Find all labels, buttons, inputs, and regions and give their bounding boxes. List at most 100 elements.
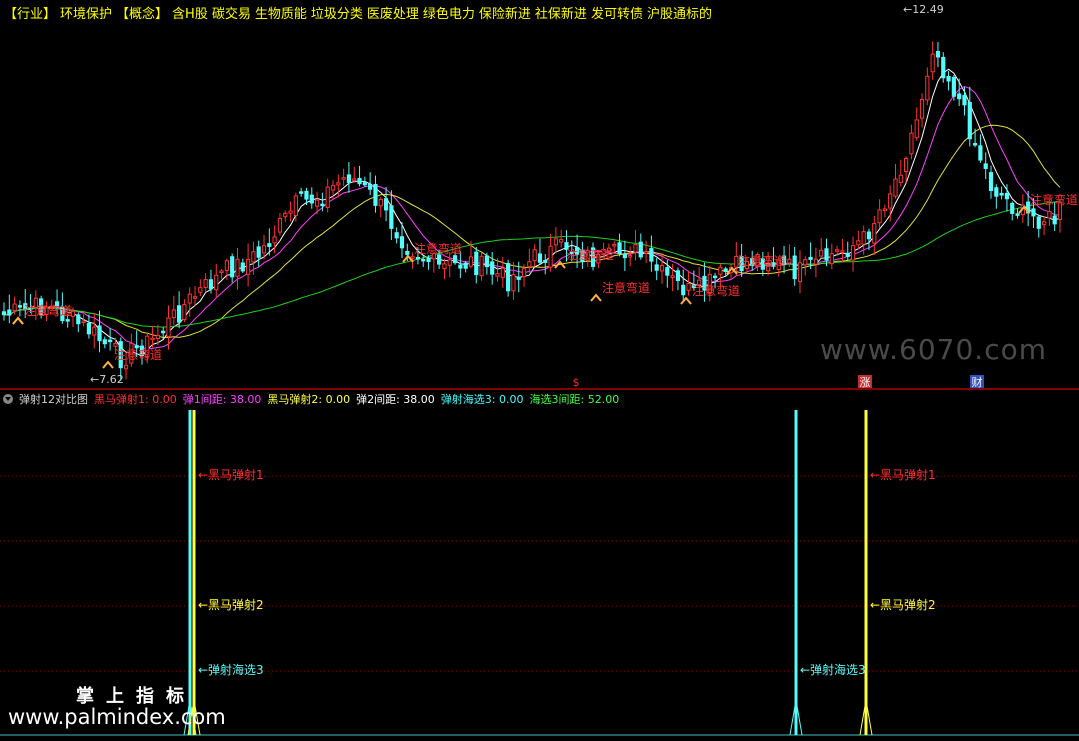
event-marker: $ bbox=[573, 376, 580, 389]
concept-tag[interactable]: 垃圾分类 bbox=[311, 7, 363, 22]
candle-body bbox=[787, 258, 792, 264]
candle-body bbox=[86, 322, 92, 335]
candle-body bbox=[336, 182, 341, 186]
candle-body bbox=[102, 339, 107, 345]
candle-body bbox=[840, 250, 845, 253]
candle-body bbox=[437, 254, 442, 265]
concept-tag[interactable]: 【行业】 bbox=[4, 7, 56, 22]
candle-body bbox=[511, 274, 516, 292]
spike-annotation: ←黑马弹射2 bbox=[198, 597, 264, 612]
candle-body bbox=[113, 342, 118, 347]
candle-body bbox=[792, 255, 797, 280]
signal-label: 注意弯道 bbox=[566, 247, 614, 262]
candle-body bbox=[835, 249, 840, 252]
concept-tag[interactable]: 保险新进 bbox=[479, 7, 531, 22]
candle-body bbox=[712, 275, 718, 279]
candle-body bbox=[383, 198, 389, 211]
candle-body bbox=[256, 246, 261, 258]
signal-labels: ←12.49←7.62注意弯道注意弯道注意弯道 注意弯道注意弯道 注意弯道注意弯道注… bbox=[12, 3, 1078, 389]
candle-body bbox=[506, 263, 511, 292]
candle-body bbox=[930, 53, 935, 73]
signal-label: 注意弯道 bbox=[114, 347, 162, 362]
candle-body bbox=[81, 320, 86, 324]
candle-body bbox=[612, 243, 617, 247]
candle-body bbox=[882, 208, 887, 211]
candle-body bbox=[357, 177, 362, 185]
concept-tag[interactable]: 含H股 bbox=[172, 7, 208, 22]
candle-body bbox=[1031, 208, 1036, 217]
candle-body bbox=[1015, 213, 1020, 216]
candle-body bbox=[378, 198, 383, 207]
candle-body bbox=[861, 231, 866, 245]
candle-body bbox=[548, 245, 553, 268]
candle-body bbox=[919, 98, 925, 119]
candle-body bbox=[214, 274, 219, 291]
candle-body bbox=[994, 187, 999, 197]
concept-tag[interactable]: 沪股通标的 bbox=[647, 7, 712, 22]
candle-body bbox=[521, 268, 527, 278]
concept-tag[interactable]: 环境保护 bbox=[60, 7, 112, 22]
candle-body bbox=[628, 255, 633, 258]
signal-label: 注意弯道 bbox=[692, 283, 740, 298]
concept-tag[interactable]: 发可转债 bbox=[591, 7, 643, 22]
candle-body bbox=[638, 241, 643, 258]
candle-body bbox=[192, 296, 198, 299]
concept-tag[interactable]: 【概念】 bbox=[116, 7, 168, 22]
candle-body bbox=[983, 163, 988, 169]
candle-body bbox=[314, 199, 320, 207]
concept-tag[interactable]: 绿色电力 bbox=[423, 7, 475, 22]
candle-body bbox=[914, 119, 919, 139]
signal-label: 注意弯道 bbox=[24, 303, 72, 318]
candle-body bbox=[346, 174, 352, 183]
candle-body bbox=[1010, 202, 1015, 214]
candle-body bbox=[1052, 215, 1057, 225]
candle-body bbox=[537, 253, 543, 263]
candle-body bbox=[543, 259, 548, 263]
candle-body bbox=[373, 183, 378, 206]
candle-body bbox=[320, 203, 325, 207]
candle-body bbox=[633, 244, 638, 253]
candle-body bbox=[267, 243, 272, 247]
candle-body bbox=[474, 251, 479, 276]
collapse-icon[interactable] bbox=[3, 393, 13, 404]
concept-tag-bar: 【行业】 环境保护 【概念】 含H股 碳交易 生物质能 垃圾分类 医废处理 绿色电力 保险新进 社保… bbox=[4, 3, 716, 22]
indicator-values: 黑马弹射1: 0.00 弹1间距: 38.00 黑马弹射2: 0.00 弹2间距: 3… bbox=[94, 391, 625, 407]
candle-body bbox=[219, 270, 224, 273]
candle-body bbox=[803, 259, 808, 266]
candle-body bbox=[155, 334, 160, 339]
candle-body bbox=[856, 240, 861, 246]
candle-body bbox=[872, 223, 877, 244]
candle-body bbox=[421, 258, 426, 262]
candle-body bbox=[288, 210, 293, 214]
indicator-value: 黑马弹射1: 0.00 bbox=[94, 392, 177, 406]
candle-body bbox=[675, 270, 681, 282]
indicator-value: 弹射海选3: 0.00 bbox=[440, 392, 524, 406]
indicator-panel-plot: ←黑马弹射1 ←黑马弹射2 ←弹射海选3 ←弹射海选3 ←黑马弹射1 ←黑马弹射2 bbox=[183, 410, 936, 736]
concept-tag[interactable]: 医废处理 bbox=[367, 7, 419, 22]
candle-body bbox=[198, 287, 203, 293]
candle-body bbox=[808, 256, 813, 260]
concept-tag[interactable]: 社保新进 bbox=[535, 7, 587, 22]
candle-body bbox=[659, 264, 665, 272]
indicator-name[interactable]: 弹射12对比图 bbox=[19, 391, 88, 407]
concept-tag[interactable]: 碳交易 bbox=[212, 7, 251, 22]
candle-body bbox=[681, 284, 686, 296]
candle-body bbox=[941, 56, 946, 79]
watermark-palmindex: www.palmindex.com bbox=[8, 705, 226, 729]
candle-body bbox=[670, 275, 675, 278]
candle-body bbox=[368, 183, 373, 190]
candle-body bbox=[458, 264, 463, 269]
chart-stage: ←12.49←7.62注意弯道注意弯道注意弯道 注意弯道注意弯道 注意弯道注意弯道注… bbox=[0, 3, 1079, 736]
concept-tag[interactable]: 生物质能 bbox=[255, 7, 307, 22]
candle-body bbox=[224, 260, 229, 272]
candle-body bbox=[230, 256, 235, 278]
candle-body bbox=[12, 303, 17, 311]
indicator-header: 弹射12对比图 黑马弹射1: 0.00 弹1间距: 38.00 黑马弹射2: 0.0… bbox=[0, 391, 631, 406]
watermark-site: www.6070.com bbox=[820, 333, 1047, 366]
signal-arrow-icon bbox=[590, 293, 602, 302]
candle-body bbox=[251, 251, 256, 263]
signal-arrow-icon bbox=[12, 316, 24, 325]
candle-body bbox=[935, 51, 941, 58]
candle-body bbox=[76, 314, 81, 325]
candle-body bbox=[283, 212, 288, 218]
